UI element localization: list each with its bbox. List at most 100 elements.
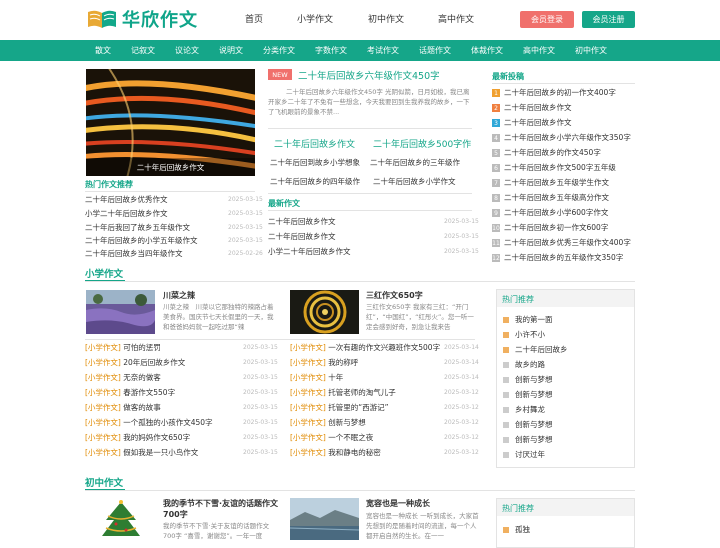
list-item[interactable]: 小学二十年后回故乡作文 [268, 246, 351, 257]
rank-badge: 11 [492, 239, 500, 247]
nav-item-topic[interactable]: 话题作文 [419, 45, 451, 56]
category-tag[interactable]: [小学作文] [85, 433, 121, 442]
category-tag[interactable]: [小学作文] [290, 373, 326, 382]
card-image[interactable] [86, 498, 155, 540]
nav-item-category[interactable]: 分类作文 [263, 45, 295, 56]
list-item[interactable]: 托管里的“西游记” [328, 403, 388, 412]
grid-link[interactable]: 二十年后回故乡的四年级作 [270, 176, 360, 187]
list-item[interactable]: 托管老师的淘气儿子 [328, 388, 396, 397]
category-tag[interactable]: [小学作文] [85, 448, 121, 457]
category-tag[interactable]: [小学作文] [290, 388, 326, 397]
nav-item-argument[interactable]: 议论文 [175, 45, 199, 56]
grid-link[interactable]: 二十年后回故乡小学作文 [373, 176, 456, 187]
list-item[interactable]: 二十年后回故乡的初一作文400字 [504, 87, 616, 98]
list-item[interactable]: 一个孤独的小孩作文450字 [123, 418, 212, 427]
list-item[interactable]: 小学二十年后回故乡作文 [85, 208, 168, 219]
list-item[interactable]: 二十年后回故乡的小学五年级作文 [85, 235, 198, 246]
login-button[interactable]: 会员登录 [520, 11, 574, 28]
list-item[interactable]: 20年后回故乡作文 [123, 358, 185, 367]
list-item[interactable]: 二十年后回故乡当四年级作文 [85, 248, 183, 259]
nav-item-narrative[interactable]: 记叙文 [131, 45, 155, 56]
featured-image[interactable]: 二十年后回故乡作文 [86, 69, 255, 176]
list-item[interactable]: 春游作文550字 [123, 388, 175, 397]
list-item[interactable]: 小许不小 [515, 329, 545, 340]
list-item[interactable]: 二十年后我回了故乡五年级作文 [85, 222, 190, 233]
latest-mid-title: 最新作文 [268, 199, 300, 208]
list-item[interactable]: 创新与梦想 [328, 418, 366, 427]
topnav-junior[interactable]: 初中作文 [368, 12, 404, 25]
card-title[interactable]: 三红作文650字 [366, 290, 423, 301]
list-item[interactable]: 二十年后回故乡作文 [268, 216, 336, 227]
list-item[interactable]: 二十年后回故乡作文 [504, 117, 572, 128]
list-item[interactable]: 我和静电的秘密 [328, 448, 381, 457]
grid-link[interactable]: 二十年后回故乡的三年级作 [370, 157, 460, 168]
sub-headline[interactable]: 二十年后回故乡500字作 [373, 137, 471, 150]
list-item[interactable]: 二十年后回故乡作文 [268, 231, 336, 242]
list-item[interactable]: 十年 [328, 373, 343, 382]
list-item[interactable]: 我的妈妈作文650字 [123, 433, 190, 442]
list-item[interactable]: 二十年后回故乡五年级高分作文 [504, 192, 609, 203]
nav-item-exam[interactable]: 考试作文 [367, 45, 399, 56]
list-item[interactable]: 无奈的做客 [123, 373, 161, 382]
category-tag[interactable]: [小学作文] [85, 373, 121, 382]
topnav-senior[interactable]: 高中作文 [438, 12, 474, 25]
category-tag[interactable]: [小学作文] [290, 403, 326, 412]
card-title[interactable]: 川菜之辣 [163, 290, 195, 301]
list-item[interactable]: 二十年后回故乡小学六年级作文350字 [504, 132, 631, 143]
list-item[interactable]: 我的称呼 [328, 358, 358, 367]
card-image[interactable] [290, 290, 359, 334]
list-item[interactable]: 我的第一面 [515, 314, 553, 325]
list-item[interactable]: 二十年后回故乡的作文450字 [504, 147, 601, 158]
nav-item-senior[interactable]: 高中作文 [523, 45, 555, 56]
topnav-primary[interactable]: 小学作文 [297, 12, 333, 25]
list-item[interactable]: 孤独 [515, 524, 530, 535]
category-tag[interactable]: [小学作文] [290, 343, 326, 352]
list-item[interactable]: 二十年后回故乡五年级学生作文 [504, 177, 609, 188]
topnav-home[interactable]: 首页 [245, 12, 263, 25]
list-item[interactable]: 二十年后回故乡优秀三年级作文400字 [504, 237, 631, 248]
list-item[interactable]: 二十年后回故乡的五年级作文350字 [504, 252, 623, 263]
list-item[interactable]: 创新与梦想 [515, 419, 553, 430]
nav-item-junior[interactable]: 初中作文 [575, 45, 607, 56]
card-image[interactable] [86, 290, 155, 334]
list-item[interactable]: 二十年后回故乡作文 [504, 102, 572, 113]
card-title[interactable]: 我的季节不下雪·友谊的话题作文700字 [163, 498, 281, 520]
featured-headline[interactable]: 二十年后回故乡六年级作文450字 [298, 68, 440, 82]
sub-headline[interactable]: 二十年后回故乡作文 [274, 137, 355, 150]
category-tag[interactable]: [小学作文] [85, 403, 121, 412]
card-title[interactable]: 宽容也是一种成长 [366, 498, 430, 509]
list-item[interactable]: 二十年后回故乡优秀作文 [85, 194, 168, 205]
nav-item-prose[interactable]: 散文 [95, 45, 111, 56]
list-item[interactable]: 乡村舞龙 [515, 404, 545, 415]
hot-recommend-box: 热门推荐 [496, 498, 635, 548]
card-image[interactable] [290, 498, 359, 540]
register-button[interactable]: 会员注册 [582, 11, 635, 28]
list-item[interactable]: 二十年后回故乡 [515, 344, 568, 355]
nav-item-exposition[interactable]: 说明文 [219, 45, 243, 56]
nav-item-genre[interactable]: 体裁作文 [471, 45, 503, 56]
list-item[interactable]: 二十年后回故乡小学600字作文 [504, 207, 608, 218]
list-item[interactable]: 故乡的路 [515, 359, 545, 370]
category-tag[interactable]: [小学作文] [290, 418, 326, 427]
list-item[interactable]: 一次有趣的作文兴趣班作文500字 [328, 343, 440, 352]
category-tag[interactable]: [小学作文] [85, 418, 121, 427]
list-item[interactable]: 二十年后回故乡初一作文600字 [504, 222, 608, 233]
list-item[interactable]: 一个不眠之夜 [328, 433, 373, 442]
list-item[interactable]: 创新与梦想 [515, 434, 553, 445]
category-tag[interactable]: [小学作文] [290, 433, 326, 442]
category-tag[interactable]: [小学作文] [85, 358, 121, 367]
list-item[interactable]: 可怕的惩罚 [123, 343, 161, 352]
list-item[interactable]: 假如我是一只小鸟作文 [123, 448, 198, 457]
list-item[interactable]: 创新与梦想 [515, 374, 553, 385]
nav-item-wordcount[interactable]: 字数作文 [315, 45, 347, 56]
grid-link[interactable]: 二十年后回到故乡小学想象 [270, 157, 360, 168]
category-tag[interactable]: [小学作文] [85, 343, 121, 352]
list-item[interactable]: 做客的故事 [123, 403, 161, 412]
list-item[interactable]: 讨厌过年 [515, 449, 545, 460]
site-logo[interactable]: 华欣作文 [86, 6, 198, 32]
list-item[interactable]: 二十年后回故乡作文500字五年级 [504, 162, 616, 173]
category-tag[interactable]: [小学作文] [85, 388, 121, 397]
category-tag[interactable]: [小学作文] [290, 358, 326, 367]
category-tag[interactable]: [小学作文] [290, 448, 326, 457]
list-item[interactable]: 创新与梦想 [515, 389, 553, 400]
